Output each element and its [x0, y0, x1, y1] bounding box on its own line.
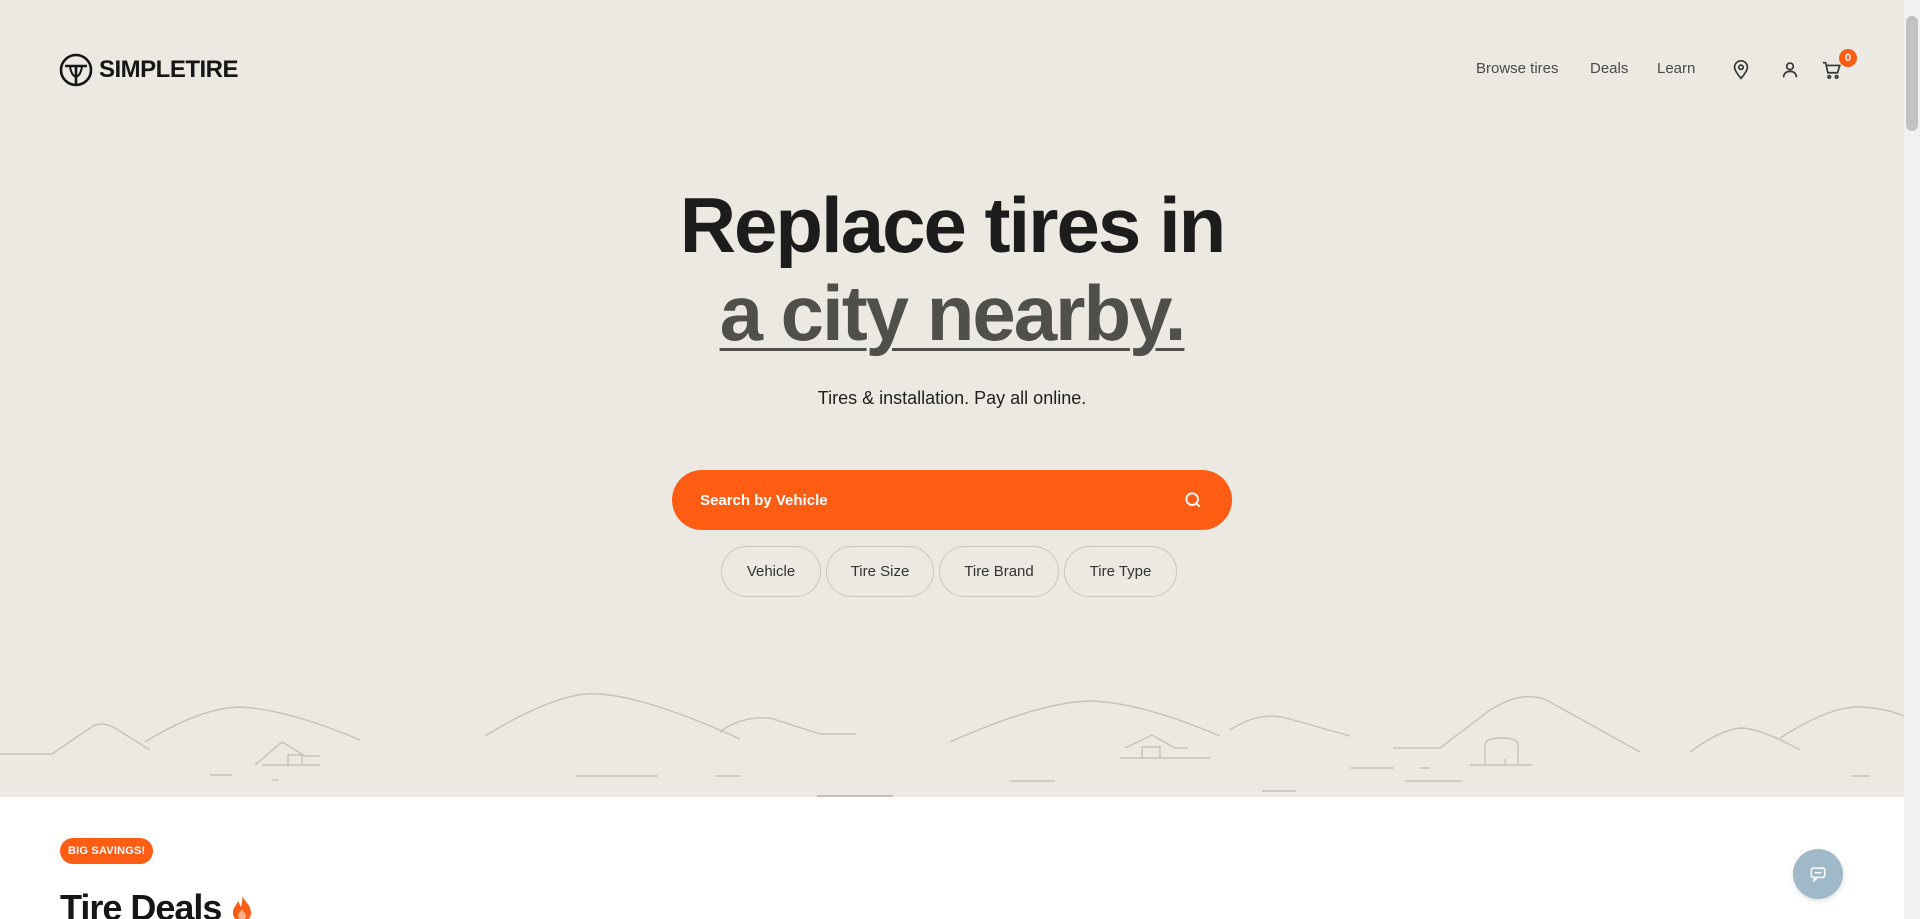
- tire-deals-heading: Tire Deals: [60, 888, 255, 919]
- search-tab-tire-brand[interactable]: Tire Brand: [939, 546, 1059, 597]
- search-bar-label: Search by Vehicle: [700, 491, 828, 509]
- nav-link-browse-tires[interactable]: Browse tires: [1476, 58, 1559, 80]
- page-scrollbar-thumb[interactable]: [1906, 16, 1918, 131]
- logo-wordmark: SIMPLETIRE: [99, 56, 239, 83]
- hero-section: SIMPLETIRE Browse tires Deals Learn 0 Re…: [0, 0, 1904, 797]
- hero-subtitle: Tires & installation. Pay all online.: [817, 388, 1087, 408]
- tire-deals-title: Tire Deals: [60, 887, 222, 919]
- landscape-illustration: [0, 692, 1904, 797]
- cart-count-badge: 0: [1839, 49, 1857, 67]
- search-tab-tire-size[interactable]: Tire Size: [826, 546, 934, 597]
- chat-bubble-icon: [1810, 867, 1826, 883]
- vehicle-search-bar[interactable]: Search by Vehicle: [672, 470, 1232, 530]
- search-tab-tire-type[interactable]: Tire Type: [1064, 546, 1177, 597]
- flame-icon: [233, 895, 252, 919]
- logo-mark-icon: [59, 53, 93, 87]
- big-savings-badge: BIG SAVINGS!: [60, 838, 154, 864]
- nav-link-deals[interactable]: Deals: [1590, 58, 1628, 80]
- search-tab-vehicle[interactable]: Vehicle: [721, 546, 821, 597]
- user-icon[interactable]: [1778, 58, 1802, 82]
- hero-headline-line2[interactable]: a city nearby.: [0, 268, 1904, 358]
- search-icon: [1182, 489, 1204, 511]
- nav-link-learn[interactable]: Learn: [1657, 58, 1695, 80]
- simpletire-logo[interactable]: SIMPLETIRE: [59, 53, 239, 87]
- page: SIMPLETIRE Browse tires Deals Learn 0 Re…: [0, 0, 1904, 919]
- location-pin-icon[interactable]: [1729, 58, 1753, 82]
- chat-widget-button[interactable]: [1793, 849, 1843, 899]
- hero-headline-city-link[interactable]: a city nearby.: [720, 269, 1187, 357]
- hero-headline-line1: Replace tires in: [679, 181, 1227, 269]
- page-scrollbar-track[interactable]: [1904, 0, 1920, 919]
